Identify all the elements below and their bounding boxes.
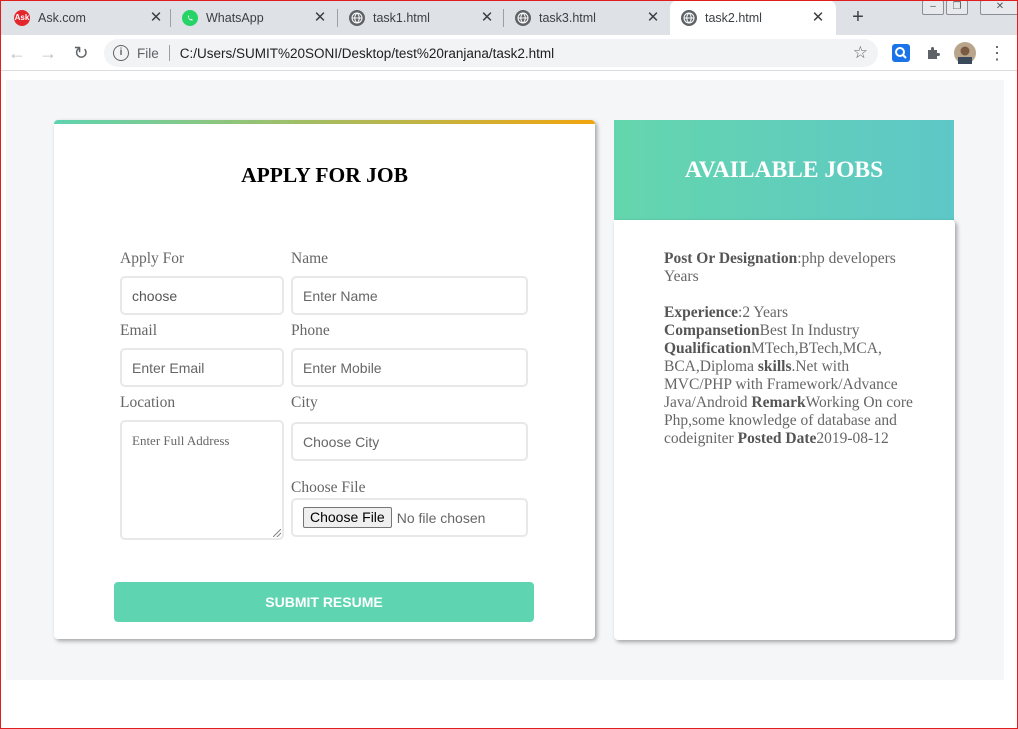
apply-job-card: APPLY FOR JOB Apply For choose Name Ente… xyxy=(54,120,595,639)
whatsapp-icon xyxy=(182,9,198,26)
email-input[interactable]: Enter Email xyxy=(120,348,284,387)
experience-value: :2 Years xyxy=(738,304,788,321)
tab-title: WhatsApp xyxy=(206,10,264,25)
experience-label: Experience xyxy=(664,304,739,321)
close-icon[interactable]: ✕ xyxy=(312,9,328,26)
url-text[interactable]: C:/Users/SUMIT%20SONI/Desktop/test%20ran… xyxy=(180,46,554,61)
back-arrow-icon[interactable]: ← xyxy=(4,40,30,66)
new-tab-plus-icon[interactable]: + xyxy=(848,6,868,28)
tab-ask[interactable]: Ask Ask.com ✕ xyxy=(14,0,164,35)
file-status: No file chosen xyxy=(396,509,486,526)
bookmark-star-icon[interactable]: ☆ xyxy=(853,43,868,63)
close-icon[interactable]: ✕ xyxy=(479,9,495,26)
location-placeholder: Enter Full Address xyxy=(132,433,230,448)
close-icon[interactable]: ✕ xyxy=(645,9,661,26)
close-icon[interactable]: ✕ xyxy=(810,9,826,26)
apply-for-label: Apply For xyxy=(120,250,185,267)
job-details: Post Or Designation:php developers Years… xyxy=(664,250,914,448)
posted-date-label: Posted Date xyxy=(737,430,817,447)
available-jobs-card: Post Or Designation:php developers Years… xyxy=(614,220,955,640)
email-label: Email xyxy=(120,322,158,339)
page-background: APPLY FOR JOB Apply For choose Name Ente… xyxy=(6,80,1004,680)
menu-kebab-icon[interactable]: ⋮ xyxy=(986,42,1008,64)
name-input[interactable]: Enter Name xyxy=(291,276,528,315)
tab-divider xyxy=(170,9,171,27)
tab-divider xyxy=(503,9,504,27)
tab-task3[interactable]: task3.html ✕ xyxy=(515,0,661,35)
tab-whatsapp[interactable]: WhatsApp ✕ xyxy=(182,0,328,35)
compansetion-label: Compansetion xyxy=(664,322,760,339)
apply-title: APPLY FOR JOB xyxy=(241,163,408,187)
tab-title: task2.html xyxy=(705,10,762,25)
address-bar[interactable]: i File C:/Users/SUMIT%20SONI/Desktop/tes… xyxy=(104,39,878,67)
location-label: Location xyxy=(120,394,176,411)
reload-icon[interactable]: ↻ xyxy=(68,40,94,66)
tab-task1[interactable]: task1.html ✕ xyxy=(349,0,495,35)
browser-toolbar: ← → ↻ i File C:/Users/SUMIT%20SONI/Deskt… xyxy=(0,35,1018,71)
tab-task2[interactable]: task2.html ✕ xyxy=(670,0,836,35)
address-divider xyxy=(168,45,170,61)
forward-arrow-icon[interactable]: → xyxy=(35,40,61,66)
submit-resume-button[interactable]: SUBMIT RESUME xyxy=(114,582,534,622)
name-label: Name xyxy=(291,250,329,267)
file-label: Choose File xyxy=(291,479,366,496)
tab-title: Ask.com xyxy=(38,10,86,25)
extensions-puzzle-icon[interactable] xyxy=(922,42,944,64)
tab-divider xyxy=(337,9,338,27)
gradient-accent-bar xyxy=(54,120,595,124)
available-jobs-header: AVAILABLE JOBS xyxy=(614,120,954,220)
location-textarea[interactable]: Enter Full Address xyxy=(120,420,284,540)
file-input: Choose File No file chosen xyxy=(291,498,528,537)
remark-label: Remark xyxy=(751,394,806,411)
avatar[interactable] xyxy=(954,42,976,64)
qualification-label: Qualification xyxy=(664,340,751,357)
phone-input[interactable]: Enter Mobile xyxy=(291,348,528,387)
ask-icon: Ask xyxy=(14,9,30,26)
tab-title: task1.html xyxy=(373,10,430,25)
choose-file-button[interactable]: Choose File xyxy=(303,507,392,528)
restore-icon[interactable]: ❐ xyxy=(946,0,968,15)
file-chip: File xyxy=(137,45,159,61)
info-icon[interactable]: i xyxy=(113,45,129,61)
city-input[interactable]: Choose City xyxy=(291,422,528,461)
page-viewport: APPLY FOR JOB Apply For choose Name Ente… xyxy=(0,72,1018,729)
compansetion-value: Best In Industry xyxy=(759,322,860,339)
globe-icon xyxy=(349,9,365,26)
globe-icon xyxy=(515,9,531,26)
minimize-icon[interactable]: – xyxy=(922,0,944,15)
apply-for-select[interactable]: choose xyxy=(120,276,284,315)
skills-label: skills xyxy=(757,358,792,375)
search-extension-icon[interactable] xyxy=(890,42,912,64)
close-window-icon[interactable]: ✕ xyxy=(980,0,1018,15)
globe-icon xyxy=(681,9,697,26)
resize-grip-icon[interactable] xyxy=(273,529,281,537)
close-icon[interactable]: ✕ xyxy=(148,9,164,26)
window-controls: – ❐ ✕ xyxy=(922,0,1018,17)
post-label: Post Or Designation xyxy=(664,250,798,267)
tab-title: task3.html xyxy=(539,10,596,25)
phone-label: Phone xyxy=(291,322,330,339)
posted-date-value: 2019-08-12 xyxy=(816,430,889,447)
city-label: City xyxy=(291,394,318,411)
tab-strip: Ask Ask.com ✕ WhatsApp ✕ task1.html ✕ ta… xyxy=(0,0,1018,35)
